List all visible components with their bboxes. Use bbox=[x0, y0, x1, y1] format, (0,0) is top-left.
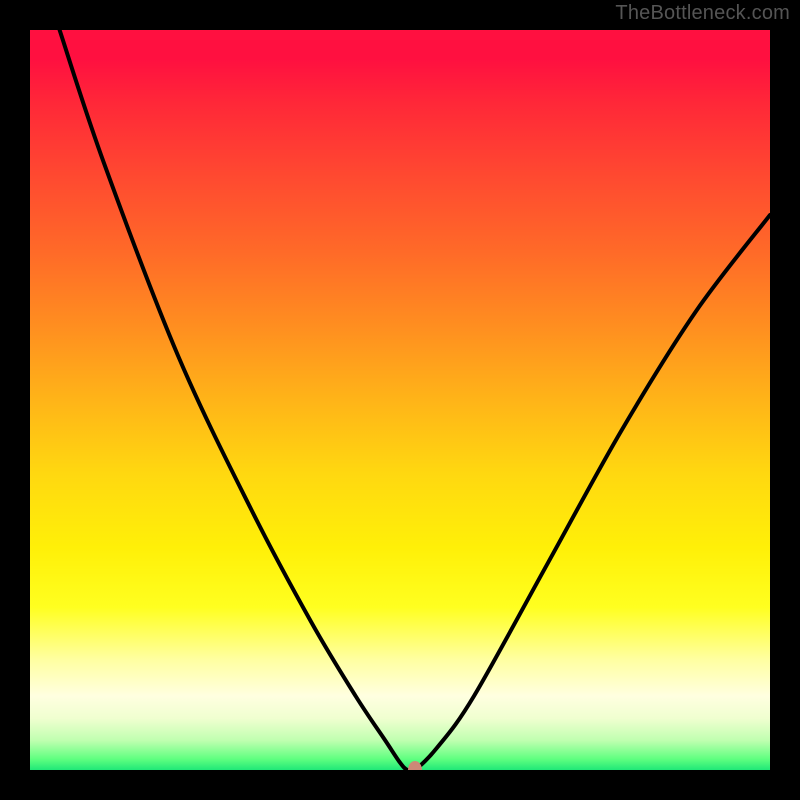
chart-frame: TheBottleneck.com bbox=[0, 0, 800, 800]
plot-area bbox=[30, 30, 770, 770]
curve-svg bbox=[30, 30, 770, 770]
bottleneck-curve bbox=[60, 30, 770, 770]
watermark-text: TheBottleneck.com bbox=[615, 2, 790, 25]
